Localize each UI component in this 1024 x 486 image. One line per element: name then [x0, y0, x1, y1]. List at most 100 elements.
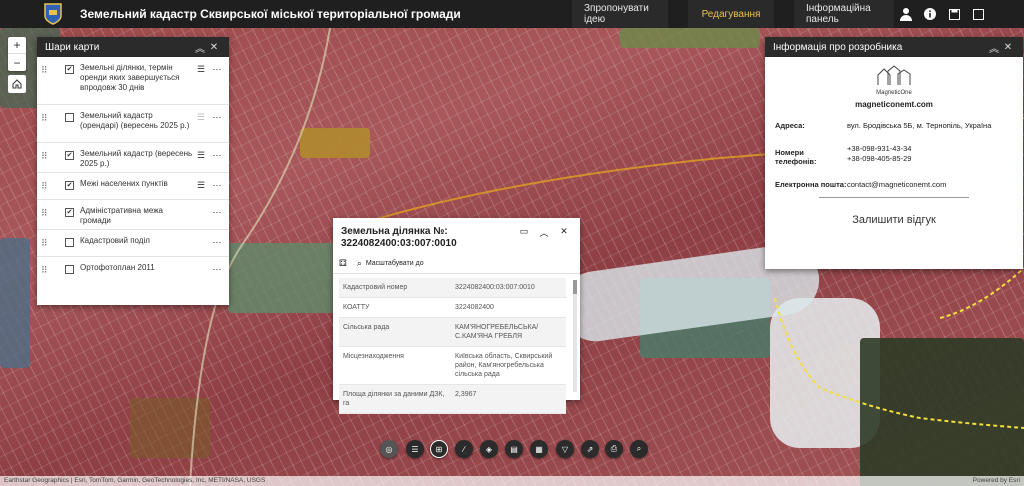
more-options-icon[interactable]: ⋯ [209, 206, 225, 218]
zoom-out-button[interactable]: − [8, 54, 26, 71]
attribute-key: Кадастровий номер [339, 278, 451, 298]
dock-icon[interactable]: ▭ [514, 226, 534, 250]
more-options-icon[interactable]: ⋯ [209, 179, 225, 191]
legend-icon[interactable] [193, 206, 209, 207]
grid-icon[interactable]: ⚃ [339, 258, 347, 269]
layer-label: Земельні ділянки, термін оренди яких зав… [80, 63, 180, 92]
feedback-button[interactable]: Залишити відгук [765, 214, 1023, 226]
legend-icon[interactable] [193, 263, 209, 264]
building-icon [877, 65, 911, 85]
layer-item[interactable]: ⠿ ✔ Земельні ділянки, термін оренди яких… [37, 57, 229, 105]
legend-icon[interactable]: ☰ [193, 149, 209, 161]
legend-icon[interactable]: ☰ [193, 63, 209, 75]
basemap-gallery-button[interactable]: ⊞ [430, 440, 448, 458]
filter-tool-button[interactable]: ▽ [556, 440, 574, 458]
layer-checkbox[interactable] [65, 265, 74, 274]
drag-handle-icon[interactable]: ⠿ [41, 149, 55, 162]
bookmarks-button[interactable]: ◈ [480, 440, 498, 458]
drag-handle-icon[interactable]: ⠿ [41, 179, 55, 192]
sketch-tool-button[interactable]: ◎ [380, 440, 398, 458]
popup-attributes: Кадастровий номер 3224082400:03:007:0010 … [333, 274, 580, 414]
layer-checkbox[interactable] [65, 113, 74, 122]
attribute-value: Київська область, Сквирський район, Кам'… [451, 346, 566, 385]
user-icon[interactable] [898, 6, 914, 22]
legend-icon[interactable]: ☰ [193, 179, 209, 191]
phone-2: +38-098-405-85-29 [847, 154, 912, 163]
scrollbar-thumb[interactable] [573, 280, 577, 294]
dashboard-button[interactable]: Інформаційна панель [794, 0, 894, 28]
collapse-icon[interactable]: ︽ [987, 40, 1001, 55]
table-row: КОАТТУ 3224082400 [339, 297, 566, 318]
table-row: Місцезнаходження Київська область, Сквирс… [339, 346, 566, 385]
phone-1: +38-098-931-43-34 [847, 144, 912, 153]
attribution-text: Earthstar Geographics | Esri, TomTom, Ga… [4, 477, 266, 484]
developer-website: magneticonemt.com [855, 100, 933, 109]
layer-label: Земельний кадастр (орендарі) (вересень 2… [80, 111, 190, 130]
zoom-to-link[interactable]: Масштабувати до [366, 260, 424, 267]
search-tool-button[interactable]: ⌕ [630, 440, 648, 458]
layer-item[interactable]: ⠿ ✔ Земельний кадастр (вересень 2025 р.)… [37, 143, 229, 173]
drag-handle-icon[interactable]: ⠿ [41, 236, 55, 249]
save-icon[interactable] [946, 6, 962, 22]
editing-button[interactable]: Редагування [688, 0, 774, 28]
layer-label: Кадастровий поділ [80, 236, 150, 245]
layer-item[interactable]: ⠿ Ортофотоплан 2011 ⋯ [37, 257, 229, 284]
app-title: Земельний кадастр Сквирської міської тер… [80, 7, 461, 21]
print-button[interactable]: ⎙ [605, 440, 623, 458]
info-icon[interactable] [922, 6, 938, 22]
collapse-icon[interactable]: ︽ [193, 40, 207, 55]
close-icon[interactable]: ✕ [207, 42, 221, 53]
layer-checkbox[interactable]: ✔ [65, 65, 74, 74]
layer-label: Земельний кадастр (вересень 2025 р.) [80, 149, 193, 168]
zoom-to-icon[interactable]: ⌕ [357, 258, 362, 269]
measure-tool-button[interactable]: ⁄ [455, 440, 473, 458]
address-label: Адреса: [775, 121, 805, 130]
home-button[interactable] [8, 75, 26, 93]
collapse-icon[interactable]: ︿ [534, 226, 554, 250]
table-row: Кадастровий номер 3224082400:03:007:0010 [339, 278, 566, 298]
suggest-idea-button[interactable]: Зпропонувати ідею [572, 0, 668, 28]
layers-list-button[interactable]: ☰ [406, 440, 424, 458]
email-row: Електронна пошта: contact@magneticonemt.… [765, 180, 1023, 189]
drag-handle-icon[interactable]: ⠿ [41, 263, 55, 276]
more-options-icon[interactable]: ⋯ [209, 149, 225, 161]
layer-item[interactable]: ⠿ Земельний кадастр (орендарі) (вересень… [37, 105, 229, 143]
zoom-in-button[interactable]: + [8, 37, 26, 54]
layer-checkbox[interactable]: ✔ [65, 208, 74, 217]
layers-panel: Шари карти ︽ ✕ ⠿ ✔ Земельні ділянки, тер… [37, 37, 229, 305]
attribute-key: КОАТТУ [339, 297, 451, 318]
layer-checkbox[interactable] [65, 238, 74, 247]
layer-checkbox[interactable]: ✔ [65, 151, 74, 160]
layer-label: Ортофотоплан 2011 [80, 263, 155, 272]
table-row: Площа ділянки за даними ДЗК, га 2,3967 [339, 384, 566, 414]
layer-item[interactable]: ⠿ ✔ Межі населених пунктів ☰ ⋯ [37, 173, 229, 200]
layer-item[interactable]: ⠿ ✔ Адміністративна межа громади ⋯ [37, 200, 229, 230]
more-options-icon[interactable]: ⋯ [209, 111, 225, 123]
select-tool-button[interactable]: ▤ [505, 440, 523, 458]
close-icon[interactable]: ✕ [554, 226, 574, 250]
divider [819, 197, 969, 198]
more-options-icon[interactable]: ⋯ [209, 236, 225, 248]
drag-handle-icon[interactable]: ⠿ [41, 111, 55, 124]
parcel-popup: Земельна ділянка №: 3224082400:03:007:00… [333, 218, 580, 414]
layer-checkbox[interactable]: ✔ [65, 181, 74, 190]
email-value: contact@magneticonemt.com [847, 180, 947, 189]
legend-icon[interactable] [193, 236, 209, 237]
popup-scrollbar[interactable] [573, 280, 577, 392]
drag-handle-icon[interactable]: ⠿ [41, 63, 55, 76]
layer-list: ⠿ ✔ Земельні ділянки, термін оренди яких… [37, 57, 229, 284]
drag-handle-icon[interactable]: ⠿ [41, 206, 55, 219]
more-options-icon[interactable]: ⋯ [209, 63, 225, 75]
layer-label: Межі населених пунктів [80, 179, 168, 188]
phones-value: +38-098-931-43-34 +38-098-405-85-29 [847, 144, 911, 166]
close-icon[interactable]: ✕ [1001, 42, 1015, 53]
layers-panel-title: Шари карти [45, 41, 100, 53]
fullscreen-icon[interactable] [970, 6, 986, 22]
developer-panel-header: Інформація про розробника ︽ ✕ [765, 37, 1023, 57]
query-tool-button[interactable]: ▦ [530, 440, 548, 458]
layer-item[interactable]: ⠿ Кадастровий поділ ⋯ [37, 230, 229, 257]
table-row: Сільська рада КАМ'ЯНОГРЕБЕЛЬСЬКА/ С.КАМ'Я… [339, 317, 566, 347]
more-options-icon[interactable]: ⋯ [209, 263, 225, 275]
legend-icon[interactable]: ☰ [193, 111, 209, 123]
share-button[interactable]: ⇗ [581, 440, 599, 458]
